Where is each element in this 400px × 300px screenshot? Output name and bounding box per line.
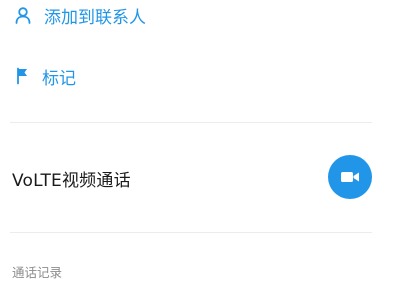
video-camera-icon [340,170,360,184]
video-call-button[interactable] [328,155,372,199]
mark-label: 标记 [42,68,76,89]
volte-video-call-row: VoLTE视频通话 [12,158,131,198]
person-icon [14,6,32,24]
volte-video-call-label: VoLTE视频通话 [12,170,131,191]
add-to-contacts-label: 添加到联系人 [44,7,146,28]
add-to-contacts-row[interactable]: 添加到联系人 [14,0,146,30]
call-log-section-title: 通话记录 [12,265,63,280]
flag-icon [16,67,30,85]
divider [10,232,372,233]
divider [10,122,372,123]
mark-row[interactable]: 标记 [16,60,76,92]
